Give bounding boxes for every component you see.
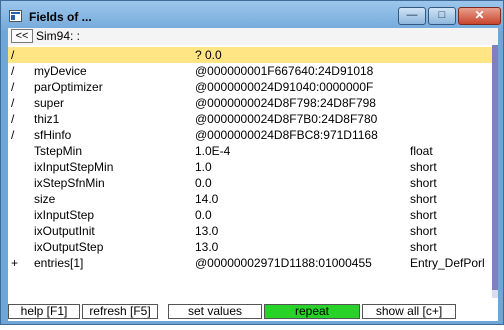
field-type: Entry_DefPorl	[410, 256, 485, 270]
below-window-strip	[0, 325, 504, 330]
close-button[interactable]: ✕	[458, 7, 501, 25]
field-value: @0000000024D8FBC8:971D1168	[195, 128, 378, 142]
field-name: size	[34, 192, 56, 206]
back-button[interactable]: <<	[11, 29, 33, 43]
maximize-button[interactable]: □	[428, 7, 456, 25]
field-row[interactable]: + entries[1] @00000002971D1188:01000455 Ent…	[8, 255, 492, 271]
minimize-button[interactable]: —	[398, 7, 426, 25]
field-type: short	[410, 192, 437, 206]
refresh-button[interactable]: refresh [F5]	[82, 304, 158, 319]
field-row[interactable]: / myDevice @000000001F667640:24D91018	[8, 63, 492, 79]
row-marker: +	[11, 256, 19, 270]
row-marker: /	[11, 96, 15, 110]
field-row[interactable]: / sfHinfo @0000000024D8FBC8:971D1168	[8, 127, 492, 143]
field-type: float	[410, 144, 433, 158]
row-marker: /	[11, 128, 15, 142]
field-value: 13.0	[195, 224, 219, 238]
minimize-icon: —	[406, 9, 418, 21]
field-name: super	[34, 96, 65, 110]
field-value: ? 0.0	[195, 48, 222, 62]
field-name: sfHinfo	[34, 128, 72, 142]
field-name: ixOutputStep	[34, 240, 104, 254]
scrollbar-thumb[interactable]	[492, 45, 498, 290]
field-value: @0000000024D8F7B0:24D8F780	[195, 112, 378, 126]
field-row[interactable]: / thiz1 @0000000024D8F7B0:24D8F780	[8, 111, 492, 127]
field-name: thiz1	[34, 112, 60, 126]
fields-list: / ? 0.0 / myDevice @000000001F667640:24D9101…	[8, 45, 492, 298]
show-all-button[interactable]: show all [c+]	[362, 304, 456, 319]
repeat-button[interactable]: repeat	[264, 304, 360, 319]
title-bar[interactable]: Fields of ... — □ ✕	[1, 1, 503, 31]
window-frame: Fields of ... — □ ✕ << Sim94: : / ? 0.0 / m…	[0, 0, 504, 325]
field-type: short	[410, 160, 437, 174]
field-value: 1.0E-4	[195, 144, 231, 158]
field-row[interactable]: ixOutputStep 13.0 short	[8, 239, 492, 255]
button-bar: help [F1] refresh [F5] set values repeat…	[8, 304, 498, 321]
field-name: TstepMin	[34, 144, 83, 158]
row-marker: /	[11, 112, 15, 126]
field-value: 0.0	[195, 208, 212, 222]
maximize-icon: □	[438, 9, 446, 21]
path-label: Sim94: :	[36, 29, 81, 43]
field-value: 13.0	[195, 240, 219, 254]
field-type: short	[410, 176, 437, 190]
field-name: myDevice	[34, 64, 87, 78]
set-values-button[interactable]: set values	[168, 304, 262, 319]
field-row[interactable]: / ? 0.0	[8, 47, 492, 63]
path-bar: << Sim94: :	[8, 28, 498, 45]
field-value: @0000000024D8F798:24D8F798	[195, 96, 376, 110]
field-type: short	[410, 224, 437, 238]
field-value: 1.0	[195, 160, 212, 174]
field-value: @000000001F667640:24D91018	[195, 64, 374, 78]
help-button[interactable]: help [F1]	[8, 304, 80, 319]
field-name: ixInputStepMin	[34, 160, 114, 174]
field-value: @0000000024D91040:0000000F	[195, 80, 374, 94]
field-row[interactable]: TstepMin 1.0E-4 float	[8, 143, 492, 159]
field-value: 0.0	[195, 176, 212, 190]
field-value: @00000002971D1188:01000455	[195, 256, 372, 270]
vertical-scrollbar[interactable]	[492, 45, 498, 298]
field-row[interactable]: / parOptimizer @0000000024D91040:0000000F	[8, 79, 492, 95]
row-marker: /	[11, 48, 15, 62]
field-name: ixInputStep	[34, 208, 95, 222]
field-row[interactable]: size 14.0 short	[8, 191, 492, 207]
field-value: 14.0	[195, 192, 219, 206]
window-title: Fields of ...	[29, 10, 92, 24]
client-area: << Sim94: : / ? 0.0 / myDevice @000000001F66…	[8, 28, 498, 321]
field-row[interactable]: ixStepSfnMin 0.0 short	[8, 175, 492, 191]
field-row[interactable]: ixOutputInit 13.0 short	[8, 223, 492, 239]
field-name: entries[1]	[34, 256, 84, 270]
field-row[interactable]: ixInputStepMin 1.0 short	[8, 159, 492, 175]
field-name: ixStepSfnMin	[34, 176, 105, 190]
app-icon	[9, 10, 22, 22]
field-row[interactable]: ixInputStep 0.0 short	[8, 207, 492, 223]
row-marker: /	[11, 64, 15, 78]
field-type: short	[410, 240, 437, 254]
close-icon: ✕	[474, 8, 485, 22]
field-type: short	[410, 208, 437, 222]
field-row[interactable]: / super @0000000024D8F798:24D8F798	[8, 95, 492, 111]
row-marker: /	[11, 80, 15, 94]
field-name: parOptimizer	[34, 80, 103, 94]
field-name: ixOutputInit	[34, 224, 95, 238]
